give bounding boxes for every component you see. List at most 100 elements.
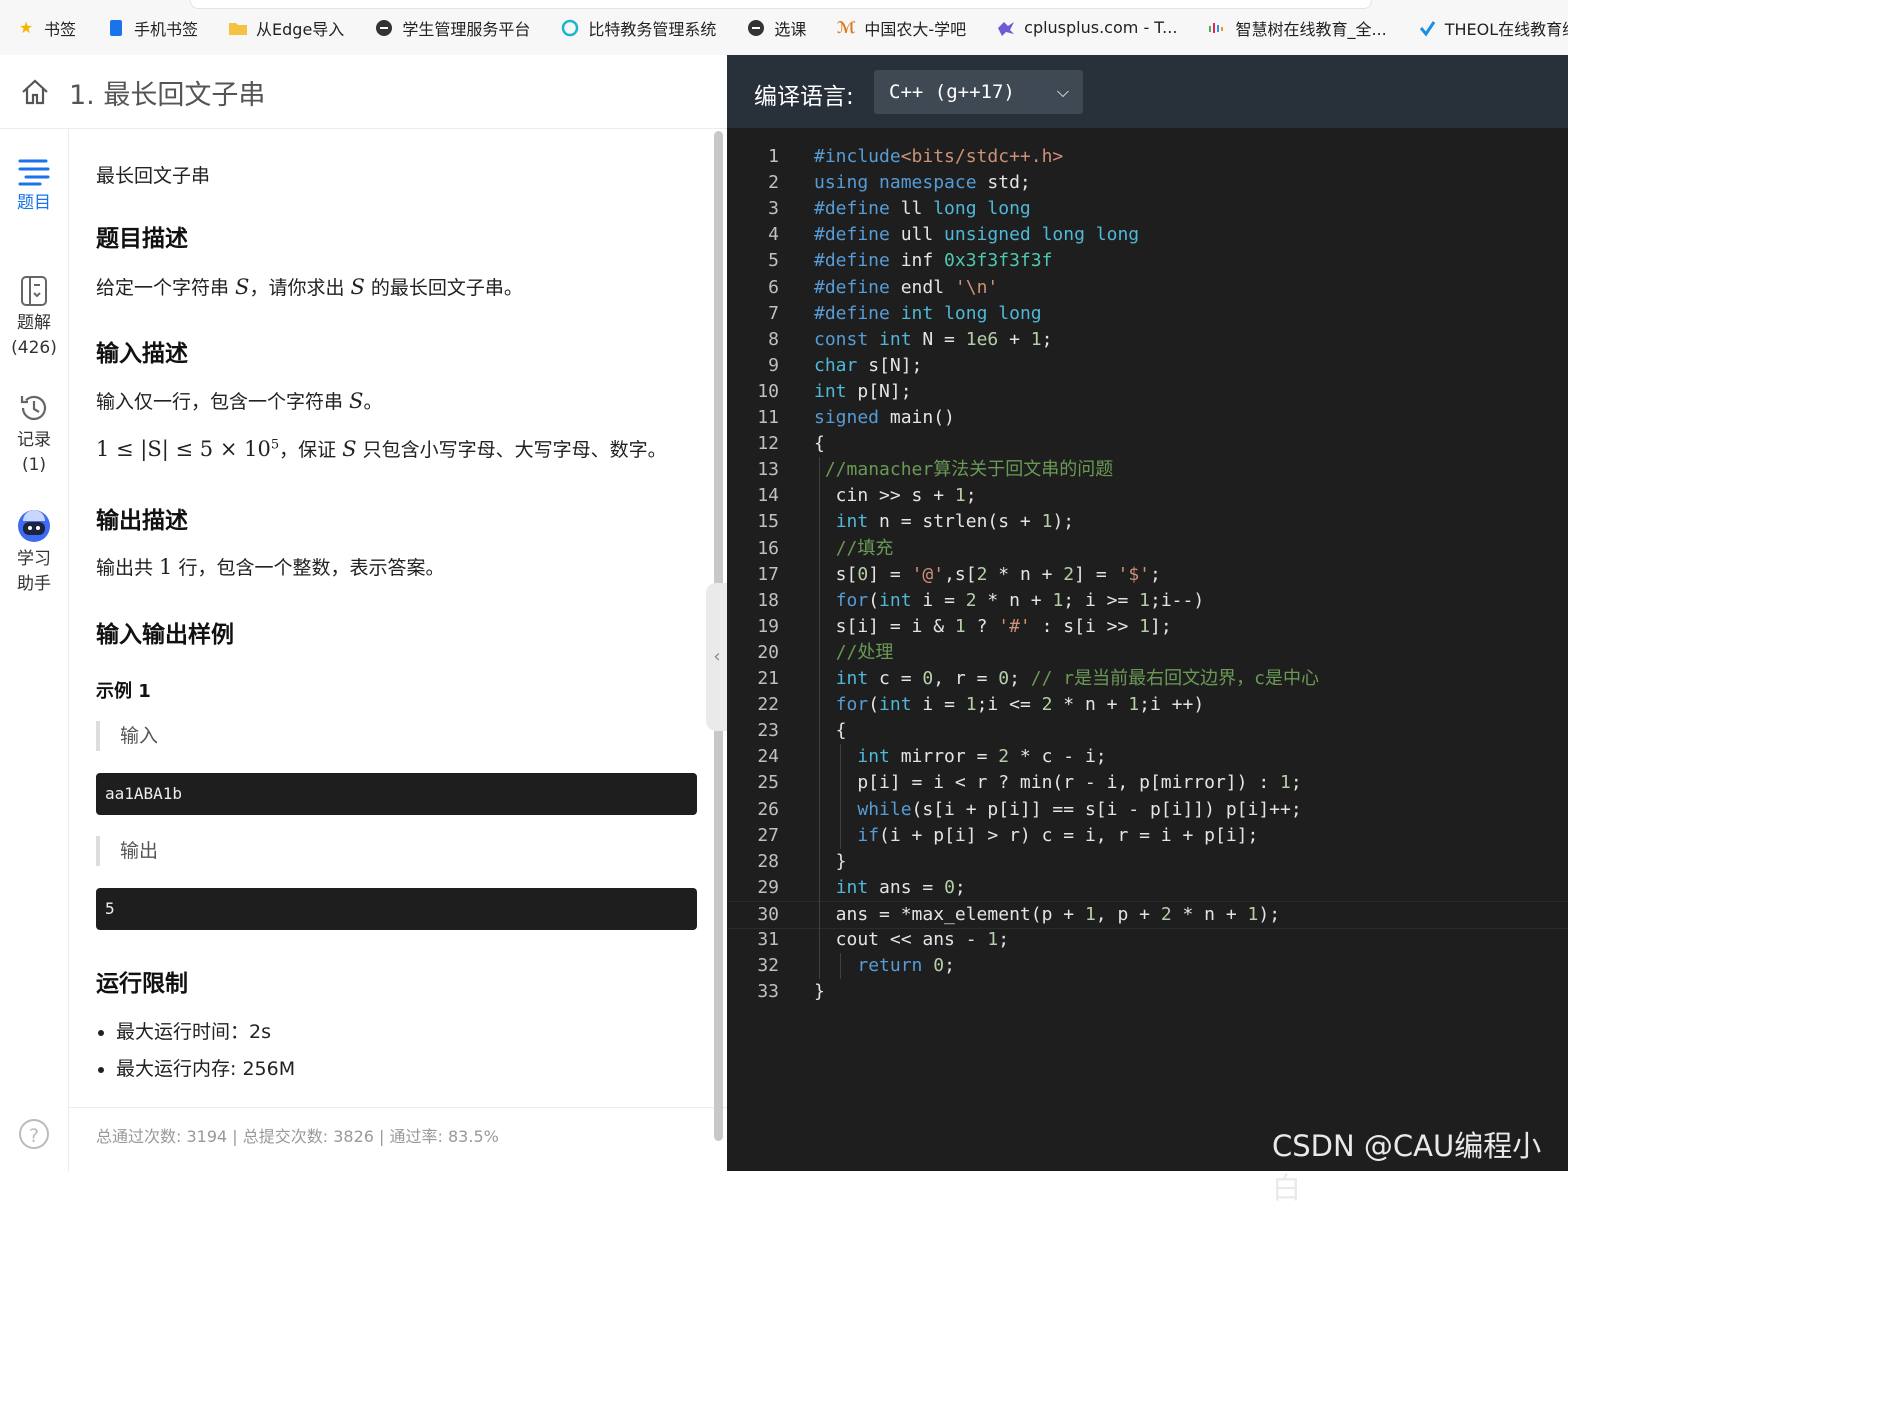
code-text: int c = 0, r = 0; // r是当前最右回文边界，c是中心 <box>835 668 1319 689</box>
code-text: return 0; <box>857 955 955 977</box>
line-number: 11 <box>757 407 779 428</box>
language-select[interactable]: C++ (g++17) ⌵ <box>874 70 1083 114</box>
bookmark-item[interactable]: 从Edge导入 <box>212 8 358 48</box>
site-icon <box>374 18 394 38</box>
line-number: 6 <box>768 276 779 298</box>
code-line[interactable]: 28 } <box>727 849 1568 875</box>
line-number: 5 <box>768 250 779 272</box>
code-line[interactable]: 4 #define ull unsigned long long <box>727 222 1568 248</box>
code-line[interactable]: 17 s[0] = '@',s[2 * n + 2] = '$'; <box>727 562 1568 588</box>
line-number: 32 <box>757 955 779 977</box>
code-line[interactable]: 30 ans = *max_element(p + 1, p + 2 * n +… <box>727 900 1568 929</box>
code-line[interactable]: 33} <box>727 979 1568 1005</box>
desc-text: ，保证 <box>279 439 343 461</box>
math-var: S <box>349 389 364 413</box>
desc-text: 输入仅一行，包含一个字符串 <box>96 391 350 413</box>
code-line[interactable]: 13 //manacher算法关于回文串的问题 <box>727 457 1568 483</box>
section-heading-input: 输入描述 <box>96 341 188 367</box>
line-number: 27 <box>757 824 779 846</box>
sidebar-item-count: (1) <box>21 455 47 475</box>
code-line[interactable]: 8 const int N = 1e6 + 1; <box>727 327 1568 353</box>
code-line[interactable]: 16 //填充 <box>727 536 1568 562</box>
code-line[interactable]: 7 #define int long long <box>727 301 1568 327</box>
site-icon <box>746 18 766 38</box>
code-line[interactable]: 2 using namespace std; <box>727 170 1568 196</box>
bookmark-item[interactable]: 学生管理服务平台 <box>358 8 544 48</box>
line-number: 28 <box>757 850 779 872</box>
site-icon <box>1207 18 1227 38</box>
bookmark-item[interactable]: 比特教务管理系统 <box>544 8 730 48</box>
code-line[interactable]: 19 s[i] = i & 1 ? '#' : s[i >> 1]; <box>727 614 1568 640</box>
help-icon[interactable]: ? <box>19 1119 49 1149</box>
math-exponent: 5 <box>270 437 280 453</box>
code-line[interactable]: 10 int p[N]; <box>727 379 1568 405</box>
code-line[interactable]: 9 char s[N]; <box>727 353 1568 379</box>
line-number: 33 <box>757 981 779 1003</box>
bookmark-item[interactable]: THEOL在线教育综... <box>1401 8 1568 48</box>
language-value: C++ (g++17) <box>889 81 1015 103</box>
code-line[interactable]: 22 for(int i = 1;i <= 2 * n + 1;i ++) <box>727 692 1568 718</box>
code-text: s[0] = '@',s[2 * n + 2] = '$'; <box>814 563 1161 585</box>
section-heading-description: 题目描述 <box>96 226 188 252</box>
code-line[interactable]: 21 int c = 0, r = 0; // r是当前最右回文边界，c是中心 <box>727 666 1568 692</box>
code-text: ans = *max_element(p + 1, p + 2 * n + 1)… <box>814 903 1281 925</box>
problem-sidebar: 题目 题解 (426) 记录 (1) 学习 助手 <box>0 129 69 1171</box>
code-line[interactable]: 5 #define inf 0x3f3f3f3f <box>727 248 1568 274</box>
code-line[interactable]: 11 signed main() <box>727 405 1568 431</box>
mobile-icon <box>106 18 126 38</box>
history-icon <box>20 395 47 421</box>
code-line[interactable]: 29 int ans = 0; <box>727 875 1568 901</box>
bookmark-label: 学生管理服务平台 <box>402 19 531 39</box>
code-text: //处理 <box>835 641 894 663</box>
sample-input-label: 输入 <box>96 721 158 751</box>
star-icon: ★ <box>18 18 34 37</box>
math-expression: 1 ≤ |S| ≤ 5 × 10 <box>96 437 271 461</box>
home-icon[interactable] <box>20 77 50 107</box>
sidebar-item-count: (426) <box>11 338 57 358</box>
code-line[interactable]: 20 //处理 <box>727 640 1568 666</box>
code-line[interactable]: 3 #define ll long long <box>727 196 1568 222</box>
bookmark-item[interactable]: 手机书签 <box>90 8 212 48</box>
bookmark-item[interactable]: cplusplus.com - T... <box>980 8 1191 48</box>
sample-output-block[interactable]: 5 <box>96 888 697 930</box>
site-icon <box>996 18 1016 38</box>
page-title: 1. 最长回文子串 <box>69 80 266 111</box>
code-line[interactable]: 26 while(s[i + p[i]] == s[i - p[i]]) p[i… <box>727 797 1568 823</box>
limit-time: 最大运行时间：2s <box>116 1017 295 1044</box>
line-number: 17 <box>757 563 779 585</box>
bookmark-item[interactable]: 智慧树在线教育_全... <box>1191 8 1400 48</box>
code-line[interactable]: 14 cin >> s + 1; <box>727 483 1568 509</box>
sidebar-item-label2: 助手 <box>17 574 51 594</box>
code-text: { <box>814 433 825 455</box>
line-number: 20 <box>757 641 779 663</box>
code-line[interactable]: 32 return 0; <box>727 953 1568 979</box>
code-line[interactable]: 6 #define endl '\n' <box>727 275 1568 301</box>
bookmark-item[interactable]: 选课 <box>730 8 820 48</box>
code-line[interactable]: 31 cout << ans - 1; <box>727 927 1568 953</box>
code-line[interactable]: 1 #include<bits/stdc++.h> <box>727 144 1568 170</box>
code-line[interactable]: 12 { <box>727 431 1568 457</box>
code-line[interactable]: 25 p[i] = i < r ? min(r - i, p[mirror]) … <box>727 770 1568 796</box>
folder-icon <box>228 18 248 38</box>
code-line[interactable]: 23 { <box>727 718 1568 744</box>
code-line[interactable]: 27 if(i + p[i] > r) c = i, r = i + p[i]; <box>727 823 1568 849</box>
code-line[interactable]: 24 int mirror = 2 * c - i; <box>727 744 1568 770</box>
sidebar-item-solutions[interactable]: 题解 (426) <box>0 275 68 361</box>
math-var: S <box>342 437 357 461</box>
limits-list: 最大运行时间：2s 最大运行内存: 256M <box>78 1017 295 1091</box>
code-line[interactable]: 18 for(int i = 2 * n + 1; i >= 1;i--) <box>727 588 1568 614</box>
watermark: CSDN @CAU编程小白 <box>1272 1129 1542 1205</box>
line-number: 22 <box>757 694 779 716</box>
sidebar-item-assistant[interactable]: 学习 助手 <box>0 509 68 597</box>
sidebar-item-records[interactable]: 记录 (1) <box>0 392 68 478</box>
sidebar-item-problem[interactable]: 题目 <box>0 157 68 216</box>
code-line[interactable]: 15 int n = strlen(s + 1); <box>727 509 1568 535</box>
desc-text: 行，包含一个整数，表示答案。 <box>172 557 445 579</box>
bookmark-item[interactable]: ℳ 中国农大-学吧 <box>820 8 980 48</box>
collapse-panel-handle[interactable]: ‹ <box>706 583 728 731</box>
line-number: 16 <box>757 537 779 559</box>
section-heading-limits: 运行限制 <box>96 971 188 997</box>
bookmark-item[interactable]: ★ 书签 <box>0 8 90 48</box>
sample-input-block[interactable]: aa1ABA1b <box>96 773 697 815</box>
input-constraint: 1 ≤ |S| ≤ 5 × 105，保证 S 只包含小写字母、大写字母、数字。 <box>96 435 667 462</box>
